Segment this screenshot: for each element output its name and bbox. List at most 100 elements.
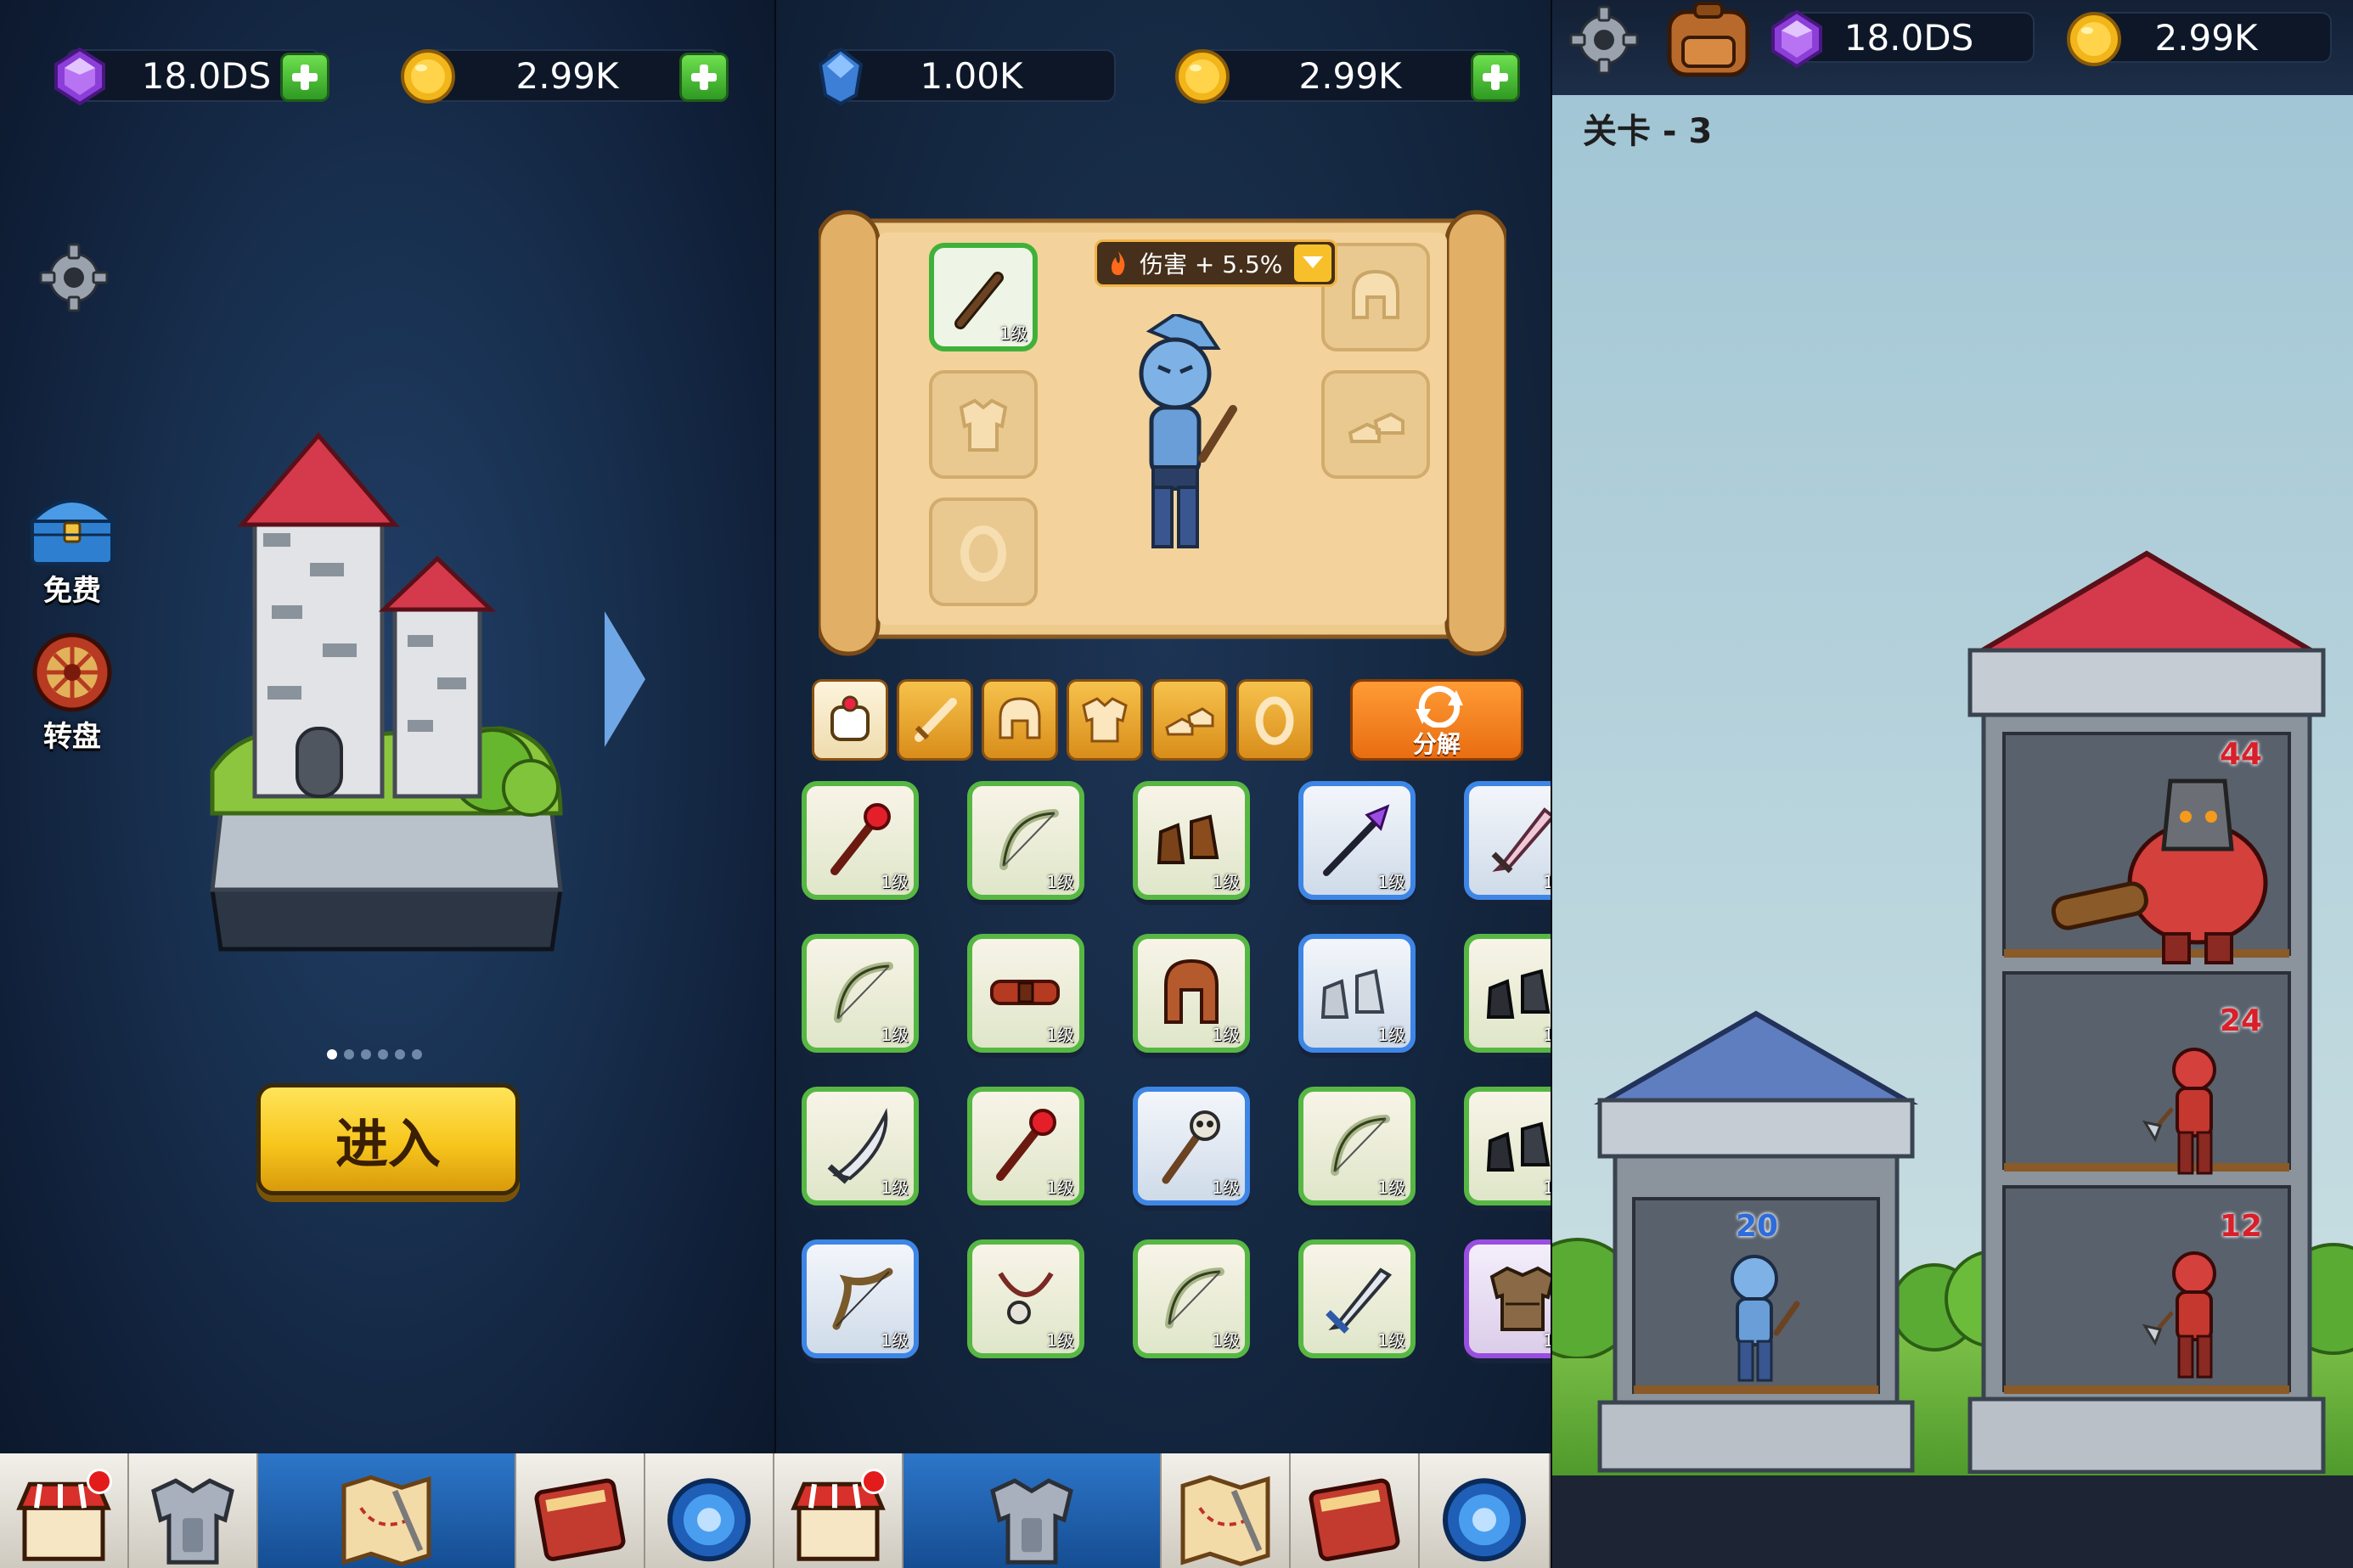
inventory-item[interactable]: 1级 (1298, 934, 1416, 1053)
equipment-screen: 1.00K 2.99K 1级 伤害 + 5.5% 分解 1级 1级 1级 1级 … (776, 0, 1551, 1568)
item-level: 1级 (1212, 1330, 1240, 1351)
armor-slot[interactable] (929, 370, 1038, 479)
add-coins-button[interactable] (679, 53, 729, 102)
dark-boots-icon (1486, 1121, 1551, 1172)
coin-icon (1175, 49, 1230, 104)
crystal-value: 1.00K (920, 54, 1023, 97)
inventory-item[interactable]: 1级 (1133, 781, 1250, 900)
inventory-item[interactable]: 1级 (802, 1239, 919, 1358)
inventory-item[interactable]: 1级 (1464, 1087, 1551, 1206)
item-level: 1级 (1543, 1330, 1551, 1351)
page-dot (395, 1049, 405, 1059)
book-icon (1309, 1478, 1400, 1561)
inventory-item[interactable]: 1级 (1133, 934, 1250, 1053)
nav-item-portal[interactable] (645, 1453, 774, 1568)
filter-weapon-tab[interactable] (897, 679, 973, 761)
inventory-item[interactable]: 1级 (1464, 1239, 1551, 1358)
equipped-weapon-slot[interactable]: 1级 (929, 243, 1038, 351)
hero-unit[interactable] (1705, 1248, 1807, 1384)
coin-icon (2067, 12, 2121, 66)
stat-bonus-dropdown[interactable]: 伤害 + 5.5% (1095, 239, 1337, 287)
inventory-item[interactable]: 1级 (1298, 781, 1416, 900)
page-indicator (327, 1049, 422, 1059)
nav-item-shop[interactable] (774, 1453, 903, 1568)
inventory-item[interactable]: 1级 (1464, 934, 1551, 1053)
filter-helmet-tab[interactable] (982, 679, 1058, 761)
filter-all-tab[interactable] (812, 679, 888, 761)
demon-axe-enemy[interactable] (2138, 1246, 2240, 1382)
nav-item-book[interactable] (516, 1453, 645, 1568)
gem-counter: 18.0DS (1771, 9, 2035, 69)
dark-boots-icon (1486, 969, 1551, 1019)
treasure-chest-icon (28, 499, 116, 565)
inventory-item[interactable]: 1级 (967, 1239, 1084, 1358)
inventory-item[interactable]: 1级 (802, 934, 919, 1053)
backpack-icon[interactable] (1658, 0, 1759, 78)
item-level: 1级 (1212, 1177, 1240, 1198)
bottom-navigation (0, 1453, 1551, 1568)
filter-boots-tab[interactable] (1151, 679, 1228, 761)
nav-item-shop[interactable] (0, 1453, 129, 1568)
inventory-item[interactable]: 1级 (1464, 781, 1551, 900)
settings-gear-icon[interactable] (37, 241, 110, 314)
inventory-item[interactable]: 1级 (802, 781, 919, 900)
nav-item-book[interactable] (1291, 1453, 1420, 1568)
add-coins-button[interactable] (1471, 53, 1520, 102)
portal-icon (667, 1477, 751, 1561)
coin-counter: 2.99K (1175, 49, 1520, 104)
decompose-button[interactable]: 分解 (1350, 679, 1523, 761)
ogre-boss-enemy[interactable] (2045, 764, 2300, 968)
level-label: 关卡 - 3 (1583, 112, 1713, 151)
inventory-item[interactable]: 1级 (1298, 1239, 1416, 1358)
nav-item-map[interactable] (1162, 1453, 1291, 1568)
inventory-item[interactable]: 1级 (1298, 1087, 1416, 1206)
free-chest-button[interactable]: 免费 (25, 484, 119, 609)
item-level: 1级 (881, 1177, 909, 1198)
gem-icon (54, 47, 105, 106)
inventory-item[interactable]: 1级 (1133, 1087, 1250, 1206)
free-chest-label: 免费 (43, 574, 101, 608)
settings-gear-icon[interactable] (1568, 3, 1641, 76)
castle-island-image[interactable] (195, 414, 577, 966)
add-gems-button[interactable] (280, 53, 329, 102)
filter-armor-tab[interactable] (1067, 679, 1143, 761)
page-dot (361, 1049, 371, 1059)
hero-character (1139, 314, 1237, 548)
item-level: 1级 (1046, 1177, 1074, 1198)
inventory-item[interactable]: 1级 (967, 781, 1084, 900)
item-level: 1级 (999, 323, 1027, 344)
item-level: 1级 (1543, 872, 1551, 892)
chevron-down-icon[interactable] (1294, 244, 1331, 282)
ring-icon (960, 525, 1006, 582)
page-dot (378, 1049, 388, 1059)
helmet-slot[interactable] (1321, 243, 1430, 351)
inventory-item[interactable]: 1级 (967, 1087, 1084, 1206)
map-icon (1180, 1475, 1270, 1566)
item-level: 1级 (1543, 1177, 1551, 1198)
helmet-icon (999, 697, 1041, 739)
item-level: 1级 (1377, 1330, 1405, 1351)
inventory-item[interactable]: 1级 (967, 934, 1084, 1053)
ring-icon (1255, 696, 1294, 745)
boots-icon (1348, 412, 1404, 443)
enter-button[interactable]: 进入 (256, 1083, 520, 1195)
bottom-strip (1552, 1475, 2353, 1568)
page-dot (327, 1049, 337, 1059)
weapon-icon (915, 698, 957, 742)
demon-axe-enemy[interactable] (2138, 1043, 2240, 1178)
nav-item-armor[interactable] (903, 1453, 1162, 1568)
nav-item-armor[interactable] (129, 1453, 258, 1568)
nav-item-portal[interactable] (1420, 1453, 1551, 1568)
nav-item-map[interactable] (258, 1453, 516, 1568)
filter-ring-tab[interactable] (1236, 679, 1313, 761)
armor-icon (959, 398, 1008, 452)
coin-counter: 2.99K (401, 49, 729, 104)
next-castle-arrow[interactable] (605, 611, 645, 747)
inventory-item[interactable]: 1级 (802, 1087, 919, 1206)
ring-slot[interactable] (929, 497, 1038, 606)
enemy-power-value: 44 (2220, 737, 2263, 772)
boots-slot[interactable] (1321, 370, 1430, 479)
inventory-item[interactable]: 1级 (1133, 1239, 1250, 1358)
prize-wheel-button[interactable]: 转盘 (25, 630, 119, 755)
coin-icon (401, 49, 455, 104)
